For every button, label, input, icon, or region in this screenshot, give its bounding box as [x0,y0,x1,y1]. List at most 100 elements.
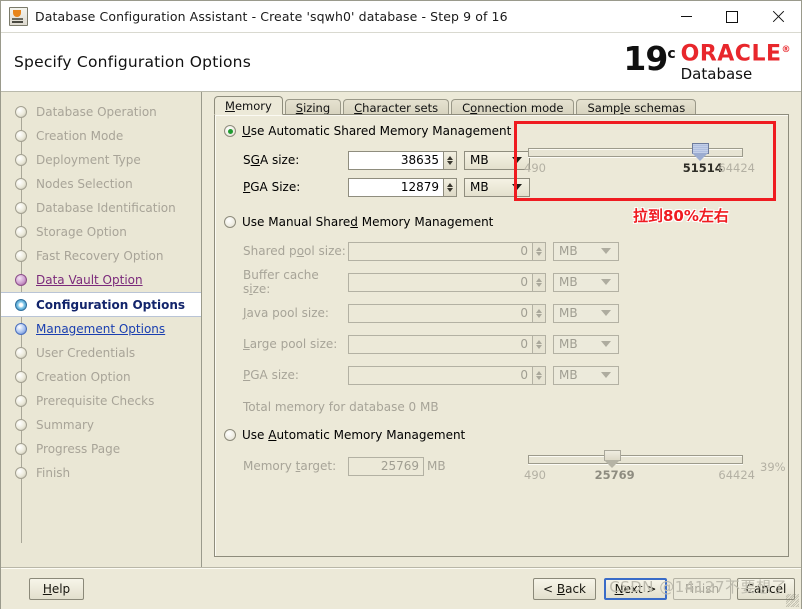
amm-radio-row[interactable]: Use Automatic Memory Management [224,428,465,442]
step-dot-icon [15,347,27,359]
sidebar-item-label: Deployment Type [36,153,141,167]
sidebar-item-finish[interactable]: Finish [1,461,201,485]
chevron-down-icon [601,248,611,254]
sidebar-item-label: Prerequisite Checks [36,394,155,408]
radio-manual-icon[interactable] [224,216,236,228]
stepper-up-icon [536,308,542,313]
stepper-up-icon [536,277,542,282]
maximize-icon[interactable] [709,1,755,32]
sidebar-item-configuration-options[interactable]: Configuration Options [1,292,201,317]
buffer-cache-size-label: Buffer cache size: [243,268,319,296]
sidebar-item-storage-option[interactable]: Storage Option [1,220,201,244]
stepper-up-icon[interactable] [447,182,453,187]
manual-pga-size-row: PGA size: 0 MB [243,365,619,385]
buffer-cache-unit-value: MB [559,275,578,289]
sga-size-stepper[interactable] [443,150,457,170]
large-pool-unit-value: MB [559,337,578,351]
step-dot-icon [15,443,27,455]
buffer-cache-size-row: Buffer cache size: 0 MB [243,268,619,296]
sidebar-item-label: Database Identification [36,201,176,215]
slider-track[interactable] [528,148,743,157]
large-pool-size-stepper [532,334,546,354]
pga-size-label: PGA Size: [243,180,301,194]
close-icon[interactable] [755,1,801,32]
stepper-up-icon[interactable] [447,155,453,160]
step-dot-icon [15,202,27,214]
pga-size-input[interactable]: 12879 [348,177,444,197]
sidebar-item-management-options[interactable]: Management Options [1,317,201,341]
sidebar-item-label: Management Options [36,322,166,336]
brand-version-suffix: c [667,46,675,62]
sidebar-item-summary[interactable]: Summary [1,413,201,437]
slider-max-label: 64424 [718,161,755,175]
manual-label: Use Manual Shared Memory Management [242,215,494,229]
sidebar-item-data-vault-option[interactable]: Data Vault Option [1,268,201,292]
large-pool-unit-select: MB [553,334,619,354]
java-pool-size-stepper [532,303,546,323]
sidebar-item-label: Storage Option [36,225,127,239]
brand-subtitle: Database [680,65,753,84]
resize-grip[interactable] [786,594,799,607]
pga-size-row: PGA Size: 12879 MB [243,177,530,197]
sidebar-item-user-credentials[interactable]: User Credentials [1,341,201,365]
total-memory-label: Total memory for database 0 MB [243,400,439,414]
sidebar-item-database-identification[interactable]: Database Identification [1,196,201,220]
sidebar-item-creation-option[interactable]: Creation Option [1,365,201,389]
sidebar-item-database-operation[interactable]: Database Operation [1,100,201,124]
brand-product: ORACLE [680,41,782,67]
asmm-radio-row[interactable]: Use Automatic Shared Memory Management [224,124,511,138]
stepper-down-icon[interactable] [447,187,453,192]
wizard-step-list: Database Operation Creation Mode Deploym… [1,92,202,567]
asmm-label: Use Automatic Shared Memory Management [242,124,512,138]
next-button[interactable]: Next > [604,578,667,600]
cancel-button-label: Cancel [745,582,787,596]
radio-asmm-icon[interactable] [224,125,236,137]
manual-pga-size-label: PGA size: [243,368,299,382]
stepper-down-icon[interactable] [447,160,453,165]
stepper-down-icon [536,375,542,380]
java-pool-unit-value: MB [559,306,578,320]
step-dot-icon [15,323,27,335]
sidebar-item-deployment-type[interactable]: Deployment Type [1,148,201,172]
sidebar-item-progress-page[interactable]: Progress Page [1,437,201,461]
java-pool-size-label: Java pool size: [243,306,329,320]
chevron-down-icon [601,310,611,316]
asmm-memory-slider[interactable]: 490 51514 64424 [524,143,755,176]
window-title: Database Configuration Assistant - Creat… [35,9,508,24]
manual-radio-row[interactable]: Use Manual Shared Memory Management [224,215,493,229]
brand-oracle-wordmark: ORACLE® [680,40,791,67]
sidebar-item-label: Database Operation [36,105,157,119]
memory-target-row: Memory target: 25769 MB [243,456,446,476]
step-dot-icon [15,130,27,142]
sidebar-item-prerequisite-checks[interactable]: Prerequisite Checks [1,389,201,413]
brand-registered: ® [781,45,791,55]
sga-size-label: SGA size: [243,153,300,167]
finish-button-label: Finish [684,582,720,596]
sidebar-item-fast-recovery-option[interactable]: Fast Recovery Option [1,244,201,268]
chevron-down-icon [601,341,611,347]
button-bar: Help < Back Next > Finish Cancel CSDN @1… [1,567,801,609]
sidebar-item-creation-mode[interactable]: Creation Mode [1,124,201,148]
slider-track [528,455,743,464]
content-area: Database Operation Creation Mode Deploym… [1,92,801,567]
step-dot-icon [15,371,27,383]
pga-size-stepper[interactable] [443,177,457,197]
buffer-cache-unit-select: MB [553,272,619,292]
minimize-icon[interactable] [663,1,709,32]
back-button[interactable]: < Back [533,578,596,600]
sga-size-input[interactable]: 38635 [348,150,444,170]
sidebar-item-nodes-selection[interactable]: Nodes Selection [1,172,201,196]
amm-label: Use Automatic Memory Management [242,428,466,442]
step-dot-icon [15,106,27,118]
window-controls [663,1,801,32]
sidebar-item-label: User Credentials [36,346,136,360]
stepper-down-icon [536,251,542,256]
tab-memory[interactable]: Memory [214,96,283,115]
step-dot-icon [15,154,27,166]
help-button[interactable]: Help [29,578,84,600]
step-dot-icon [15,395,27,407]
slider-thumb[interactable] [692,143,709,162]
large-pool-size-input: 0 [348,334,533,354]
sga-unit-value: MB [470,153,489,167]
radio-amm-icon[interactable] [224,429,236,441]
